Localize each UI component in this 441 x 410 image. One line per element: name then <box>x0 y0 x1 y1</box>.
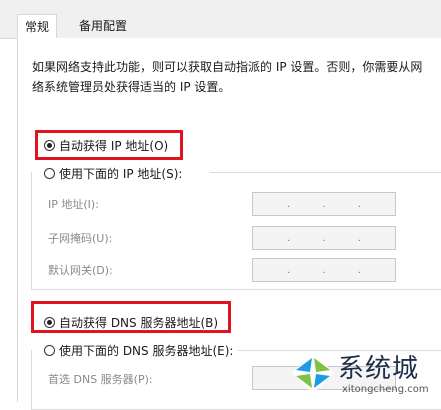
subnet-mask-label: 子网掩码(U): <box>48 232 113 245</box>
default-gateway-input[interactable]: . . . <box>252 258 396 282</box>
tab-general[interactable]: 常规 <box>17 14 58 39</box>
default-gateway-label: 默认网关(D): <box>48 264 113 277</box>
ip-address-input[interactable]: . . . <box>252 192 396 216</box>
ip-dot: . <box>357 198 361 210</box>
ip-address-label: IP 地址(I): <box>48 198 99 211</box>
ip-dot: . <box>287 264 291 276</box>
tab-alternate-config[interactable]: 备用配置 <box>72 14 134 38</box>
radio-auto-dns[interactable]: 自动获得 DNS 服务器地址(B) <box>44 313 218 331</box>
ip-dot: . <box>287 198 291 210</box>
ip-dot: . <box>357 232 361 244</box>
ip-dot: . <box>322 232 326 244</box>
radio-auto-ip[interactable]: 自动获得 IP 地址(O) <box>44 136 168 154</box>
description-line-1: 如果网络支持此功能，则可以获取自动指派的 IP 设置。否则，你需要从网 <box>32 60 423 74</box>
xitongcheng-logo-icon <box>292 352 334 394</box>
radio-auto-ip-label: 自动获得 IP 地址(O) <box>59 138 169 153</box>
ip-dot: . <box>322 198 326 210</box>
description-line-2: 络系统管理员处获得适当的 IP 设置。 <box>32 80 231 94</box>
subnet-mask-input[interactable]: . . . <box>252 226 396 250</box>
ip-dot: . <box>322 264 326 276</box>
radio-auto-dns-icon[interactable] <box>44 316 55 328</box>
watermark-url: xitongcheng.com <box>342 384 429 395</box>
watermark-logo: 系统城 xitongcheng.com <box>290 350 440 402</box>
description-text: 如果网络支持此功能，则可以获取自动指派的 IP 设置。否则，你需要从网 络系统管… <box>32 57 432 97</box>
preferred-dns-label: 首选 DNS 服务器(P): <box>48 373 153 386</box>
tab-bar: 常规 备用配置 <box>0 0 441 39</box>
watermark-text: 系统城 <box>338 354 420 384</box>
ip-dot: . <box>357 264 361 276</box>
radio-auto-ip-icon[interactable] <box>44 139 55 151</box>
radio-auto-dns-label: 自动获得 DNS 服务器地址(B) <box>59 315 219 330</box>
ip-dot: . <box>287 232 291 244</box>
